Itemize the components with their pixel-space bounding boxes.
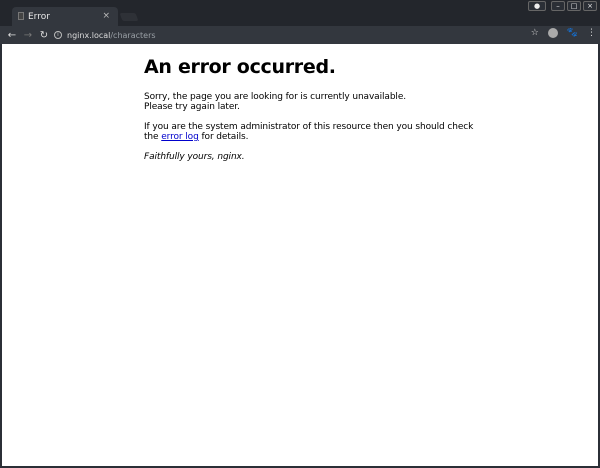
page-icon bbox=[18, 12, 24, 20]
error-log-link[interactable]: error log bbox=[161, 132, 199, 142]
menu-icon[interactable]: ⋮ bbox=[587, 28, 596, 38]
reload-icon[interactable]: ↻ bbox=[36, 30, 52, 41]
page-content: An error occurred. Sorry, the page you a… bbox=[2, 44, 598, 466]
extension-icon[interactable] bbox=[547, 28, 558, 38]
minimize-button[interactable]: – bbox=[551, 1, 565, 11]
tab-title: Error bbox=[28, 11, 50, 22]
tab-bar: Error × ● – □ × bbox=[0, 0, 600, 26]
tab-error[interactable]: Error × bbox=[12, 7, 118, 26]
back-icon[interactable]: ← bbox=[4, 30, 20, 41]
profile-icon[interactable]: ● bbox=[528, 1, 546, 11]
message-line-2: Please try again later. bbox=[144, 102, 240, 112]
signature: Faithfully yours, nginx. bbox=[144, 152, 245, 162]
tab-close-icon[interactable]: × bbox=[102, 11, 110, 21]
new-tab-button[interactable] bbox=[119, 13, 139, 21]
close-button[interactable]: × bbox=[583, 1, 597, 11]
info-icon[interactable]: i bbox=[54, 31, 62, 39]
extension-cat-icon[interactable]: 🐾 bbox=[567, 28, 578, 38]
toolbar: ← → ↻ i nginx.local/characters ☆ 🐾 ⋮ bbox=[0, 26, 600, 44]
message-line-1: Sorry, the page you are looking for is c… bbox=[144, 92, 407, 102]
unavailable-message: Sorry, the page you are looking for is c… bbox=[144, 92, 474, 112]
address-bar[interactable]: i nginx.local/characters bbox=[54, 27, 524, 43]
url-host: nginx.local bbox=[67, 30, 111, 40]
forward-icon[interactable]: → bbox=[20, 30, 36, 41]
maximize-button[interactable]: □ bbox=[567, 1, 581, 11]
bookmark-star-icon[interactable]: ☆ bbox=[531, 28, 539, 38]
admin-message: If you are the system administrator of t… bbox=[144, 122, 474, 142]
admin-text-end: for details. bbox=[198, 132, 249, 142]
page-title: An error occurred. bbox=[144, 56, 336, 78]
url-path: /characters bbox=[110, 30, 156, 40]
